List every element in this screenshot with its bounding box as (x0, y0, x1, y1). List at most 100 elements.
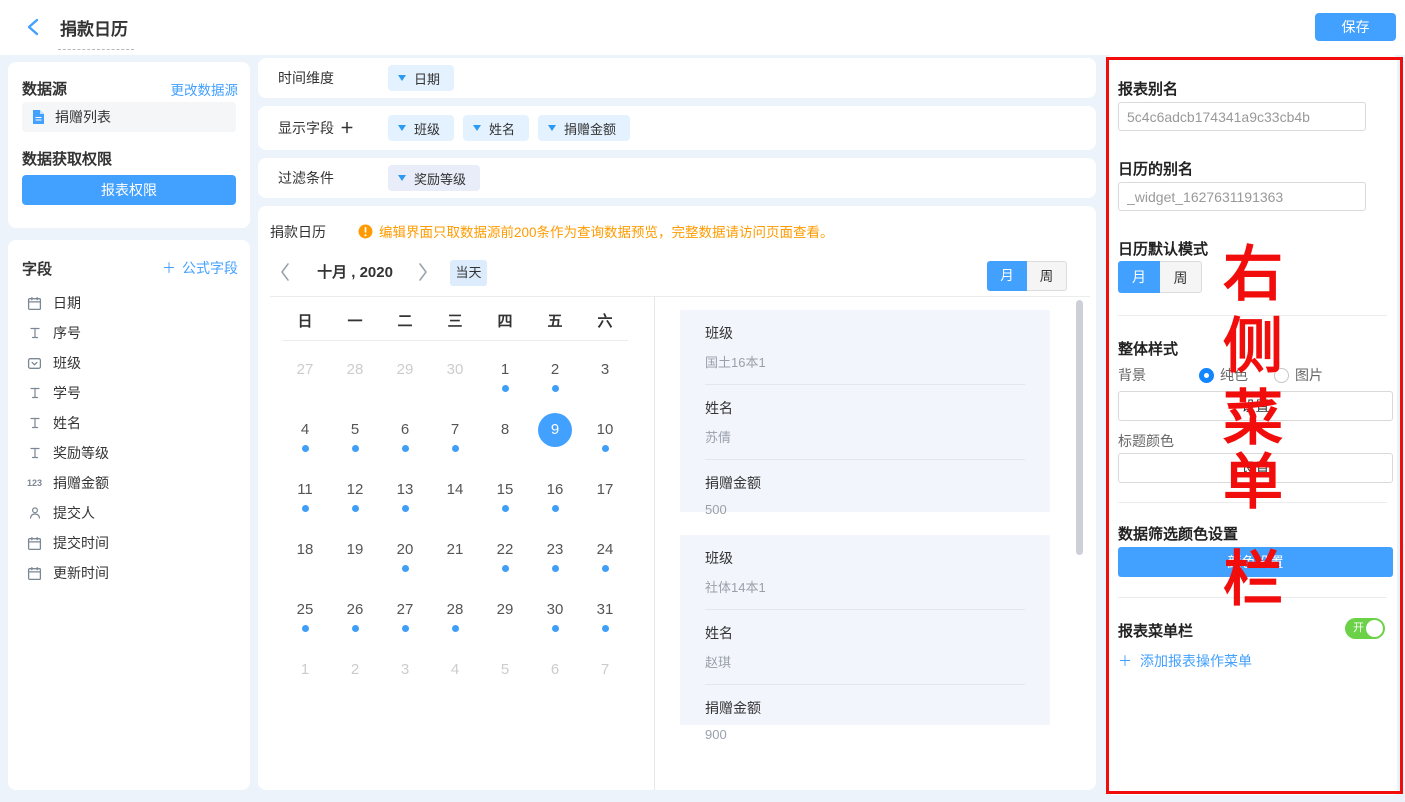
time-dimension-label: 时间维度 (278, 58, 334, 98)
field-item[interactable]: 序号 (26, 318, 226, 348)
save-button[interactable]: 保存 (1315, 13, 1396, 41)
calendar-day[interactable]: 31 (580, 598, 630, 658)
calendar-day[interactable]: 27 (380, 598, 430, 658)
add-display-field-icon[interactable]: ＋ (340, 118, 354, 138)
calendar-day[interactable]: 7 (580, 658, 630, 718)
filter-tag[interactable]: 奖励等级 (388, 165, 480, 191)
calendar-day[interactable]: 18 (280, 538, 330, 598)
report-menu-toggle[interactable]: 开 (1345, 618, 1385, 639)
calendar-day[interactable]: 17 (580, 478, 630, 538)
divider (1118, 502, 1387, 503)
divider (1118, 597, 1387, 598)
calendar-day[interactable]: 4 (280, 418, 330, 478)
field-item[interactable]: 奖励等级 (26, 438, 226, 468)
datasource-panel: 数据源 更改数据源 捐赠列表 数据获取权限 报表权限 (8, 62, 250, 228)
calendar-day[interactable]: 1 (480, 358, 530, 418)
calendar-day[interactable]: 8 (480, 418, 530, 478)
title-color-setting-button[interactable]: 设置 (1118, 453, 1393, 483)
calendar-day-selected[interactable]: 9 (530, 418, 580, 478)
event-dot-icon (602, 445, 609, 452)
field-item[interactable]: 学号 (26, 378, 226, 408)
calendar-day[interactable]: 11 (280, 478, 330, 538)
field-label: 序号 (53, 323, 81, 343)
calendar-day[interactable]: 27 (280, 358, 330, 418)
calendar-day[interactable]: 26 (330, 598, 380, 658)
calendar-day[interactable]: 14 (430, 478, 480, 538)
background-setting-button[interactable]: 设置 (1118, 391, 1393, 421)
divider (654, 296, 655, 790)
calendar-day[interactable]: 20 (380, 538, 430, 598)
event-dot-icon (552, 385, 559, 392)
calendar-day[interactable]: 29 (480, 598, 530, 658)
field-item[interactable]: 更新时间 (26, 558, 226, 588)
back-icon[interactable] (24, 17, 44, 37)
mode-week-button[interactable]: 周 (1027, 261, 1067, 291)
calendar-day[interactable]: 23 (530, 538, 580, 598)
calendar-day[interactable]: 24 (580, 538, 630, 598)
calendar-day[interactable]: 28 (330, 358, 380, 418)
field-item[interactable]: 姓名 (26, 408, 226, 438)
calendar-day[interactable]: 12 (330, 478, 380, 538)
datasource-item[interactable]: 捐赠列表 (22, 102, 236, 132)
default-mode-month-button[interactable]: 月 (1118, 261, 1160, 293)
image-option[interactable]: 图片 (1295, 365, 1323, 385)
time-dimension-tag[interactable]: 日期 (388, 65, 454, 91)
radio-image-icon[interactable] (1274, 368, 1289, 383)
event-card[interactable]: 班级 社体14本1 姓名 赵琪 捐赠金额 900 (680, 535, 1050, 725)
add-report-menu-link[interactable]: ＋ 添加报表操作菜单 (1118, 651, 1252, 671)
color-setting-button[interactable]: 颜色设置 (1118, 547, 1393, 577)
calendar-day[interactable]: 2 (330, 658, 380, 718)
scrollbar[interactable] (1076, 300, 1083, 555)
mode-month-button[interactable]: 月 (987, 261, 1027, 291)
display-field-tag[interactable]: 捐赠金额 (538, 115, 630, 141)
calendar-day[interactable]: 5 (330, 418, 380, 478)
calendar-day[interactable]: 25 (280, 598, 330, 658)
next-month-icon[interactable] (416, 260, 432, 284)
calendar-day[interactable]: 30 (430, 358, 480, 418)
calendar-day[interactable]: 30 (530, 598, 580, 658)
calendar-day[interactable]: 21 (430, 538, 480, 598)
calendar-day[interactable]: 15 (480, 478, 530, 538)
event-card[interactable]: 班级 国土16本1 姓名 苏倩 捐赠金额 500 (680, 310, 1050, 512)
calendar-day[interactable]: 28 (430, 598, 480, 658)
field-item[interactable]: 日期 (26, 288, 226, 318)
calendar-day[interactable]: 3 (380, 658, 430, 718)
report-alias-input[interactable] (1118, 102, 1366, 131)
field-item[interactable]: 提交时间 (26, 528, 226, 558)
calendar-day[interactable]: 22 (480, 538, 530, 598)
formula-field-link[interactable]: ＋ 公式字段 (162, 258, 238, 278)
radio-solid-color-icon[interactable] (1199, 368, 1214, 383)
change-datasource-link[interactable]: 更改数据源 (171, 79, 239, 99)
display-field-tag[interactable]: 班级 (388, 115, 454, 141)
field-label: 学号 (53, 383, 81, 403)
today-button[interactable]: 当天 (450, 260, 487, 286)
calendar-day[interactable]: 10 (580, 418, 630, 478)
field-item[interactable]: 班级 (26, 348, 226, 378)
field-item[interactable]: 123 捐赠金额 (26, 468, 226, 498)
calendar-day[interactable]: 29 (380, 358, 430, 418)
report-permission-button[interactable]: 报表权限 (22, 175, 236, 205)
calendar-mode-toggle: 月 周 (987, 261, 1067, 291)
calendar-day[interactable]: 1 (280, 658, 330, 718)
display-field-tag[interactable]: 姓名 (463, 115, 529, 141)
text-icon (26, 445, 43, 461)
calendar-day[interactable]: 4 (430, 658, 480, 718)
prev-month-icon[interactable] (278, 260, 294, 284)
calendar-day[interactable]: 5 (480, 658, 530, 718)
field-label: 提交人 (53, 503, 95, 523)
calendar-day[interactable]: 3 (580, 358, 630, 418)
event-dot-icon (352, 625, 359, 632)
default-mode-week-button[interactable]: 周 (1160, 261, 1202, 293)
chevron-down-icon (398, 125, 406, 131)
calendar-day[interactable]: 19 (330, 538, 380, 598)
calendar-day[interactable]: 7 (430, 418, 480, 478)
calendar-day[interactable]: 2 (530, 358, 580, 418)
text-icon (26, 385, 43, 401)
calendar-day[interactable]: 13 (380, 478, 430, 538)
calendar-day[interactable]: 6 (380, 418, 430, 478)
calendar-day[interactable]: 16 (530, 478, 580, 538)
solid-color-option[interactable]: 纯色 (1220, 365, 1248, 385)
calendar-alias-input[interactable] (1118, 182, 1366, 211)
calendar-day[interactable]: 6 (530, 658, 580, 718)
field-item[interactable]: 提交人 (26, 498, 226, 528)
